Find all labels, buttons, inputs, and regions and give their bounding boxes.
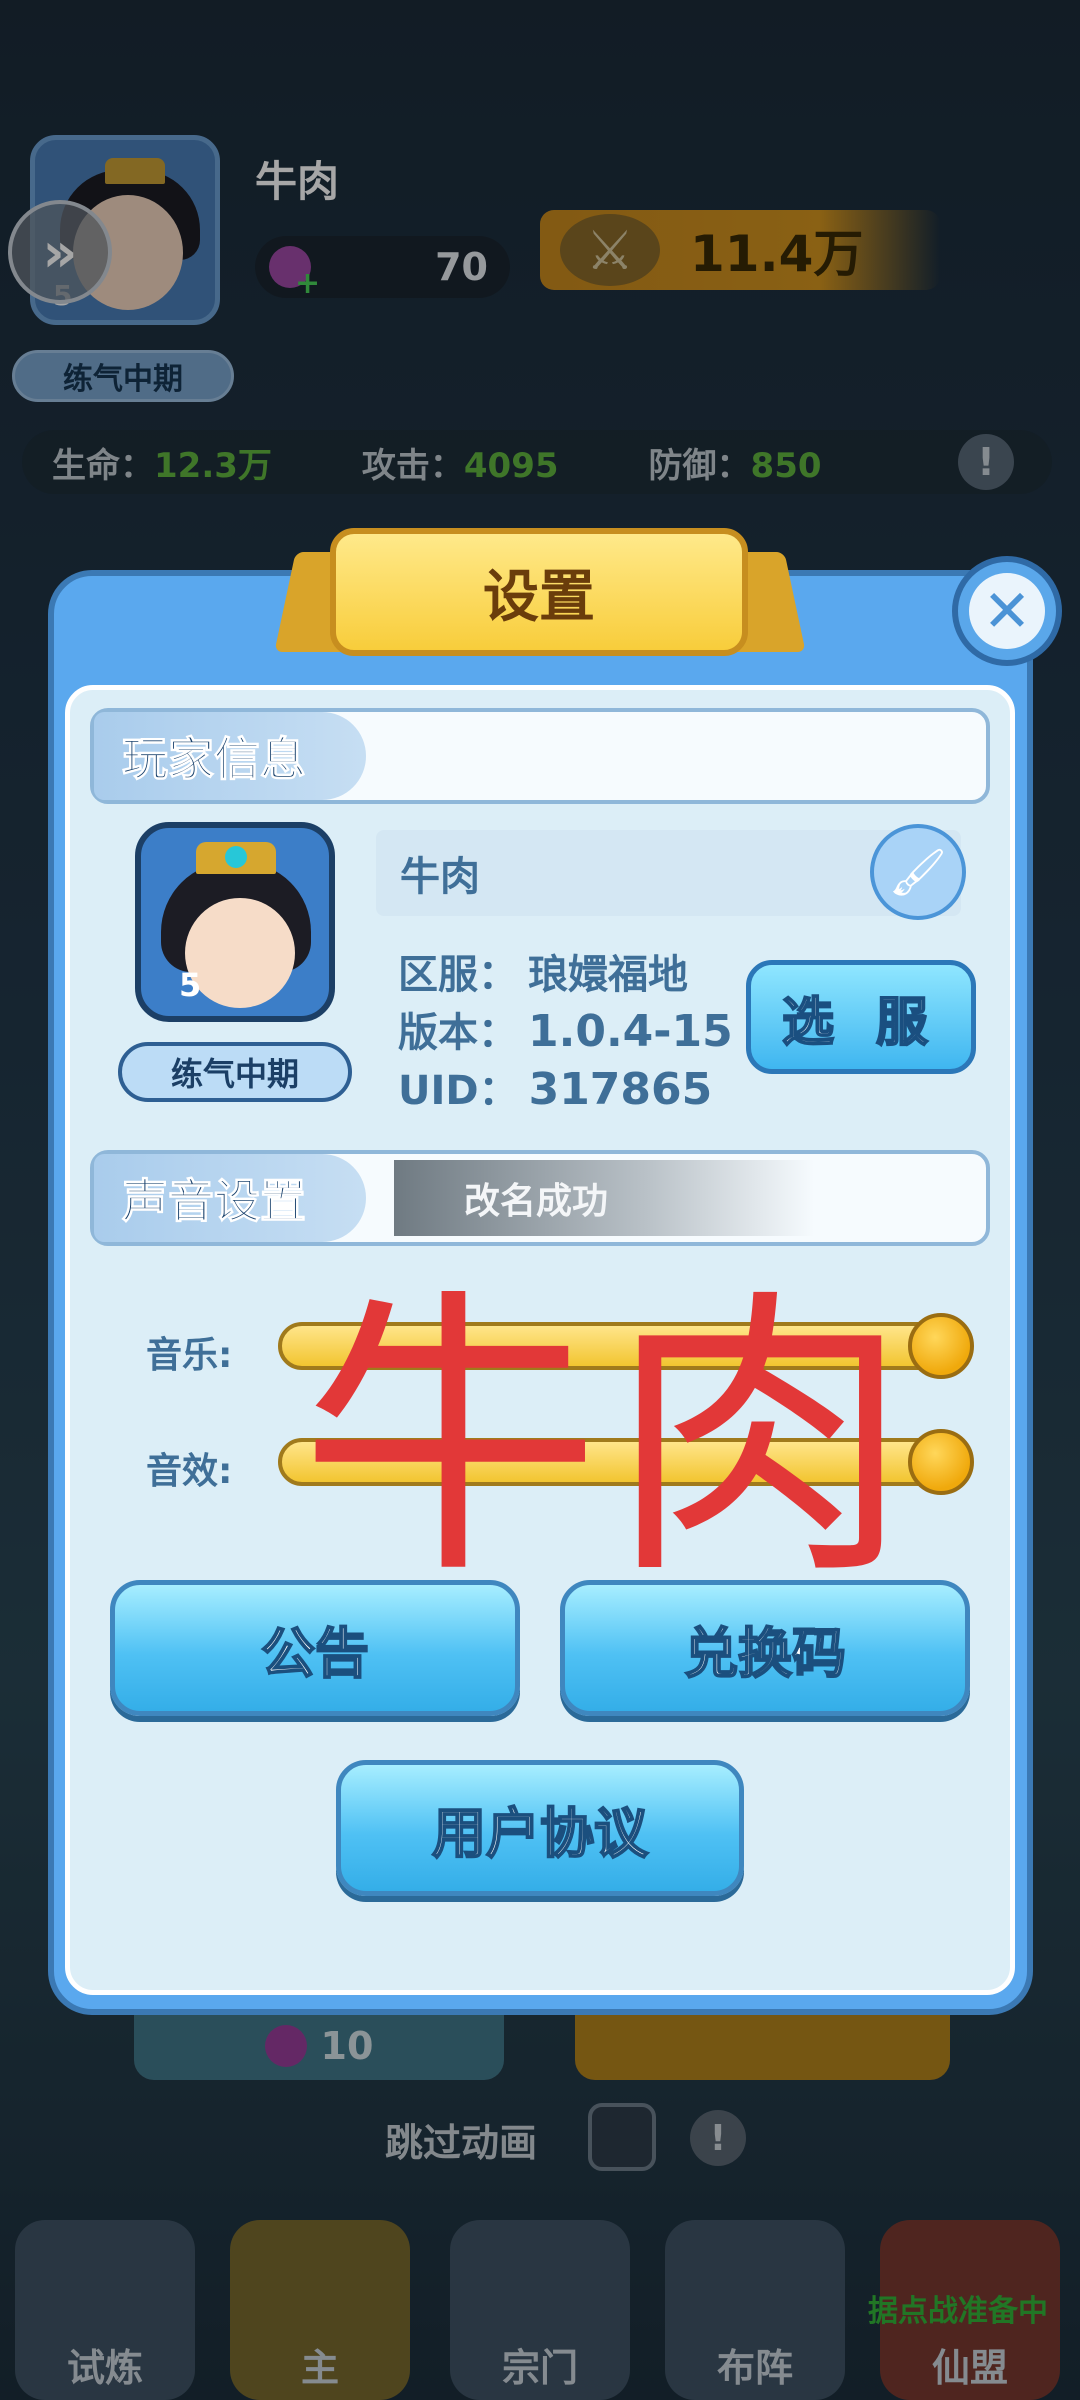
close-button[interactable]: ✕ [952, 556, 1062, 666]
music-label: 音乐: [146, 1335, 233, 1376]
player-avatar-gem [225, 846, 247, 868]
notice-button[interactable]: 公告 [110, 1580, 520, 1716]
player-info-header: 玩家信息 [90, 708, 990, 804]
sfx-label: 音效: [146, 1451, 233, 1492]
sound-settings-header: 声音设置 改名成功 [90, 1150, 990, 1246]
uid-label: UID： [398, 1068, 519, 1114]
server-value: 琅嬛福地 [528, 952, 688, 998]
player-avatar-level: 5 [179, 966, 202, 1004]
redeem-code-button[interactable]: 兑换码 [560, 1580, 970, 1716]
server-row: 区服： 琅嬛福地 [398, 942, 688, 1000]
user-agreement-button[interactable]: 用户协议 [336, 1760, 744, 1896]
player-avatar[interactable]: 5 [135, 822, 335, 1022]
version-row: 版本： 1.0.4-15 [398, 1000, 733, 1058]
rename-success-toast: 改名成功 [394, 1160, 814, 1236]
dialog-title: 设置 [330, 528, 748, 656]
uid-value: 317865 [528, 1064, 713, 1115]
brush-icon: 🖌 [888, 844, 948, 899]
player-info-title: 玩家信息 [94, 712, 366, 800]
version-label: 版本： [398, 1010, 518, 1056]
select-server-button[interactable]: 选 服 [746, 960, 976, 1074]
sound-settings-title: 声音设置 [94, 1154, 366, 1242]
edit-name-button[interactable]: 🖌 [870, 824, 966, 920]
close-icon: ✕ [969, 573, 1045, 649]
watermark-text: 牛肉 [300, 1265, 920, 1614]
server-label: 区服： [398, 952, 518, 998]
uid-row: UID： 317865 [398, 1058, 712, 1116]
player-realm-badge: 练气中期 [118, 1042, 352, 1102]
player-avatar-face [185, 898, 295, 1008]
version-value: 1.0.4-15 [528, 1006, 733, 1057]
